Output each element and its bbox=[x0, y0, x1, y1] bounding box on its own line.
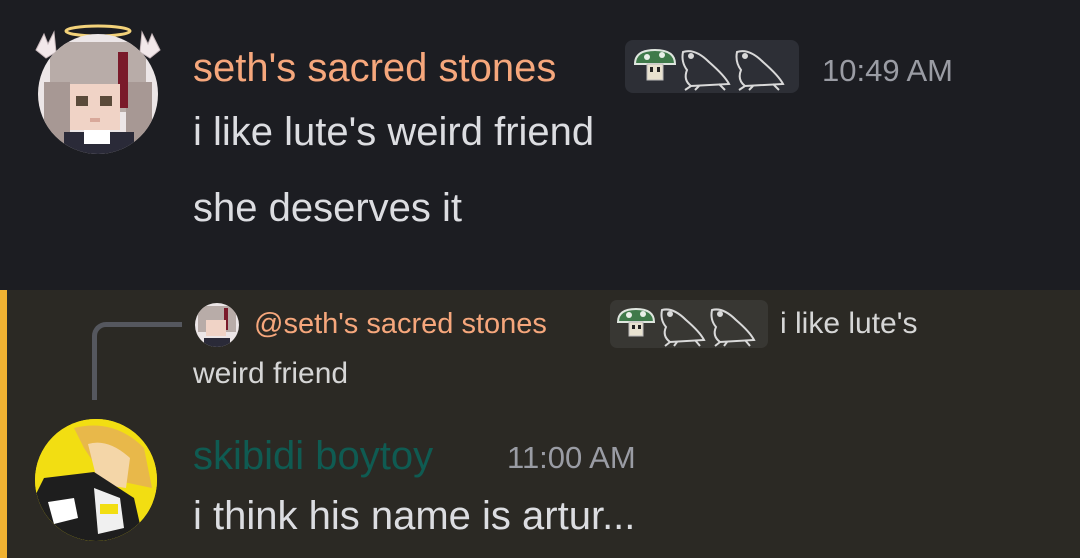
frog-icon bbox=[710, 308, 756, 347]
timestamp: 11:00 AM bbox=[507, 440, 636, 475]
role-tag[interactable] bbox=[625, 40, 799, 93]
frog-icon bbox=[681, 50, 731, 91]
avatar[interactable] bbox=[34, 22, 162, 156]
reply-preview-text[interactable]: i like lute's bbox=[780, 304, 917, 344]
avatar[interactable] bbox=[34, 418, 158, 542]
reply-avatar[interactable] bbox=[194, 302, 240, 348]
frog-icon bbox=[660, 308, 706, 347]
author-name[interactable]: seth's sacred stones bbox=[193, 42, 556, 94]
message-text: i think his name is artur... bbox=[193, 494, 636, 538]
mention-highlight-bar bbox=[0, 290, 7, 558]
message-highlighted[interactable]: @seth's sacred stones i like lute's weir… bbox=[0, 290, 1080, 558]
chat-view: seth's sacred stones 10:49 AM i like lut… bbox=[0, 0, 1080, 558]
frog-icon bbox=[735, 50, 785, 91]
message-text: i like lute's weird friend bbox=[193, 110, 595, 154]
message[interactable]: seth's sacred stones 10:49 AM i like lut… bbox=[0, 0, 1080, 290]
timestamp: 10:49 AM bbox=[822, 53, 953, 88]
author-name[interactable]: skibidi boytoy bbox=[193, 430, 433, 482]
message-text: she deserves it bbox=[193, 186, 463, 230]
reply-connector bbox=[92, 322, 182, 400]
reply-role-tag[interactable] bbox=[610, 300, 768, 348]
mushroom-icon bbox=[633, 48, 677, 81]
reply-author-name[interactable]: @seth's sacred stones bbox=[254, 304, 547, 344]
reply-preview-text[interactable]: weird friend bbox=[193, 354, 348, 394]
mushroom-icon bbox=[616, 307, 656, 337]
